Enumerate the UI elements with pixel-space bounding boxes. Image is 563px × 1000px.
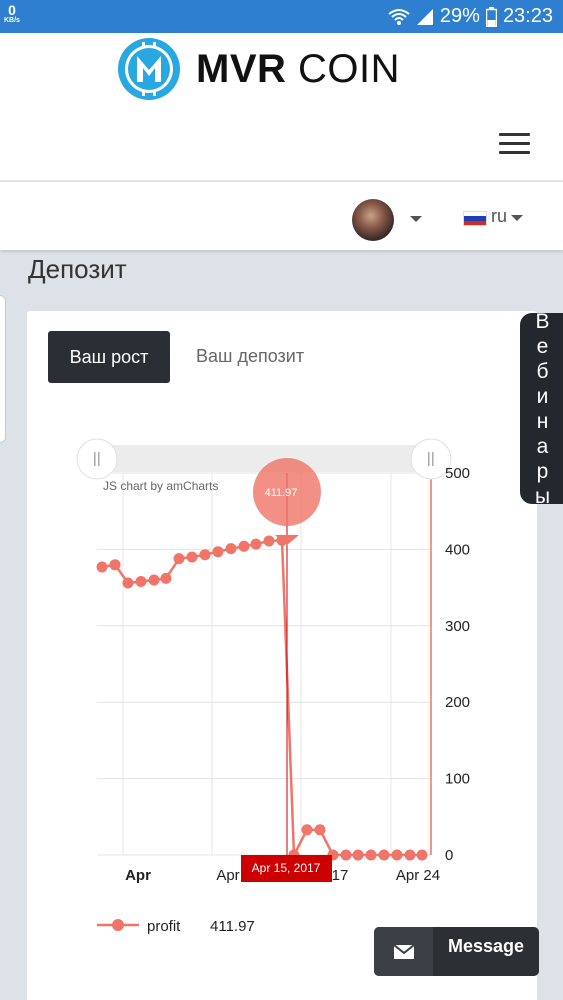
profit-point xyxy=(122,577,134,589)
profit-point xyxy=(340,849,352,861)
profit-point xyxy=(160,572,172,584)
y-tick-label: 300 xyxy=(445,618,470,635)
x-tick-label: Apr 24 xyxy=(396,867,440,884)
message-label: Message xyxy=(447,936,525,956)
profit-point xyxy=(378,849,390,861)
webinar-letter: н xyxy=(536,409,549,433)
chart-cursor: 411.97 Apr 15, 2017 xyxy=(241,458,332,882)
webinar-letter: е xyxy=(536,334,549,358)
profit-point xyxy=(135,576,147,587)
legend-label: profit xyxy=(147,918,181,935)
profit-point xyxy=(173,553,185,565)
webinar-letter: В xyxy=(535,309,550,333)
cursor-value-label: 411.97 xyxy=(265,487,298,499)
profit-point xyxy=(314,824,326,836)
legend-value: 411.97 xyxy=(210,918,255,935)
webinars-tab[interactable]: Вебинары xyxy=(520,310,563,508)
profit-point xyxy=(404,849,416,861)
chart-legend: profit 411.97 xyxy=(97,918,255,935)
scrollbar-left-handle[interactable] xyxy=(76,438,118,480)
profit-series xyxy=(96,534,428,861)
webinar-letter: и xyxy=(536,384,549,408)
profit-point xyxy=(225,543,237,555)
webinar-letter: б xyxy=(536,359,549,383)
profit-point xyxy=(96,561,108,573)
webinar-letter: р xyxy=(536,459,549,483)
message-button[interactable]: Message xyxy=(374,927,539,976)
profit-point xyxy=(365,849,377,861)
y-tick-label: 200 xyxy=(445,694,470,711)
profit-point xyxy=(301,824,313,836)
profit-point xyxy=(250,538,262,550)
profit-point xyxy=(391,849,403,861)
profit-point xyxy=(148,574,160,586)
profit-point xyxy=(186,551,198,563)
y-tick-label: 100 xyxy=(445,771,470,788)
profit-point xyxy=(263,535,275,547)
profit-point xyxy=(109,559,121,571)
legend-marker xyxy=(112,919,124,931)
profit-line xyxy=(101,538,422,860)
y-axis-ticks: 0 100 200 300 400 500 xyxy=(445,465,470,864)
x-tick-label: Apr xyxy=(216,867,239,884)
y-tick-label: 500 xyxy=(445,465,470,482)
profit-point xyxy=(238,540,250,552)
cursor-date-label: Apr 15, 2017 xyxy=(252,861,321,875)
y-tick-label: 0 xyxy=(445,847,453,864)
webinar-letter: ы xyxy=(534,484,551,508)
x-tick-label: 17 xyxy=(332,867,349,884)
chart-credit: JS chart by amCharts xyxy=(103,479,218,493)
envelope-icon xyxy=(374,927,433,976)
profit-point xyxy=(352,849,364,861)
x-tick-label: Apr xyxy=(125,867,151,884)
profit-point xyxy=(416,849,428,861)
profit-point xyxy=(199,549,211,561)
webinar-letter: а xyxy=(536,434,549,458)
profit-chart: JS chart by amCharts 0 100 200 300 400 500 Ap… xyxy=(76,438,470,935)
profit-point xyxy=(212,546,224,558)
y-tick-label: 400 xyxy=(445,541,470,558)
chart-grid xyxy=(97,472,432,856)
